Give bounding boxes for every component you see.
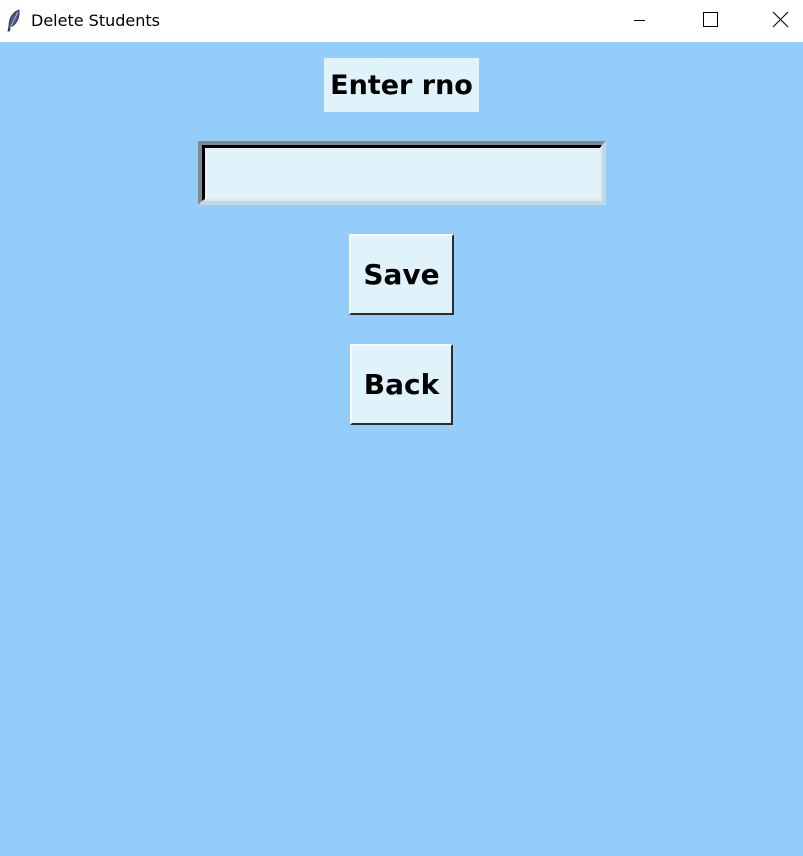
app-window: Delete Students Enter rno Save Back [0,0,803,856]
minimize-icon [634,20,645,21]
title-bar: Delete Students [0,0,803,42]
save-button[interactable]: Save [349,234,454,315]
rno-entry-frame[interactable] [198,141,606,205]
rno-input[interactable] [205,148,595,198]
back-button[interactable]: Back [350,344,453,425]
feather-icon [6,9,22,33]
rno-label: Enter rno [324,58,479,112]
close-button[interactable] [750,0,803,42]
minimize-button[interactable] [610,0,670,42]
maximize-button[interactable] [680,0,740,42]
maximize-icon [703,12,718,27]
window-title: Delete Students [31,11,160,30]
close-icon [772,11,789,28]
